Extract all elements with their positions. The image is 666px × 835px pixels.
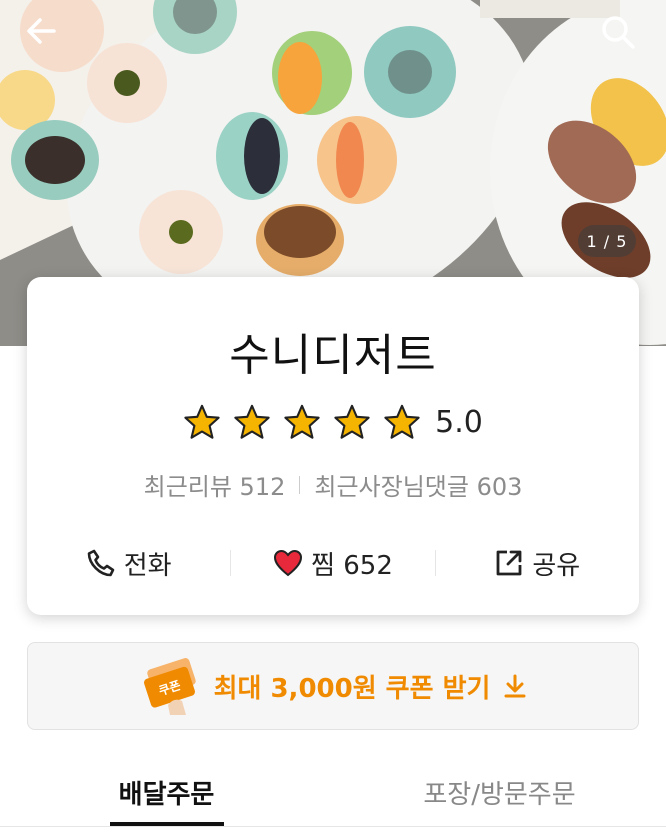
store-info-card: 수니디저트 5.0 최근리뷰 512 최근사장님댓글 603 전화 찜 652 — [27, 277, 639, 615]
rating-row: 5.0 — [27, 403, 639, 441]
coupon-download-button[interactable]: 쿠폰 최대 3,000원 쿠폰 받기 — [27, 642, 639, 730]
like-label: 찜 652 — [311, 550, 393, 581]
star-icon — [284, 404, 320, 439]
share-label: 공유 — [532, 550, 581, 581]
tab-pickup-visit-order[interactable]: 포장/방문주문 — [333, 760, 666, 835]
call-label: 전화 — [123, 550, 172, 581]
rating-stars — [183, 403, 421, 441]
order-type-tabs: 배달주문 포장/방문주문 — [0, 760, 666, 835]
like-button[interactable]: 찜 652 — [231, 545, 434, 582]
recent-owner-replies-count[interactable]: 최근사장님댓글 603 — [314, 467, 522, 502]
tab-label: 포장/방문주문 — [423, 780, 576, 810]
back-arrow-icon — [27, 18, 56, 44]
star-icon — [384, 404, 420, 439]
tab-delivery-order[interactable]: 배달주문 — [0, 760, 333, 835]
store-name: 수니디저트 — [229, 330, 437, 381]
share-icon — [496, 550, 522, 576]
call-button[interactable]: 전화 — [27, 545, 230, 582]
search-icon — [602, 16, 635, 49]
rating-value: 5.0 — [435, 404, 483, 440]
recent-reviews-count[interactable]: 최근리뷰 512 — [144, 467, 286, 502]
download-icon — [504, 674, 526, 698]
stats-divider — [299, 475, 301, 494]
image-counter: 1 / 5 — [578, 225, 636, 257]
review-stats: 최근리뷰 512 최근사장님댓글 603 — [27, 467, 639, 502]
share-button[interactable]: 공유 — [436, 545, 639, 582]
heart-icon — [274, 549, 303, 577]
action-bar: 전화 찜 652 공유 — [27, 543, 639, 583]
tab-label: 배달주문 — [118, 780, 215, 810]
phone-icon — [87, 549, 115, 577]
star-icon — [234, 404, 270, 439]
coupon-ticket-icon: 쿠폰 — [143, 658, 196, 715]
search-button[interactable] — [600, 14, 644, 58]
star-icon — [334, 404, 370, 439]
back-button[interactable] — [24, 14, 68, 58]
coupon-label: 최대 3,000원 쿠폰 받기 — [213, 673, 491, 704]
tabs-divider — [0, 826, 666, 827]
star-icon — [184, 404, 220, 439]
